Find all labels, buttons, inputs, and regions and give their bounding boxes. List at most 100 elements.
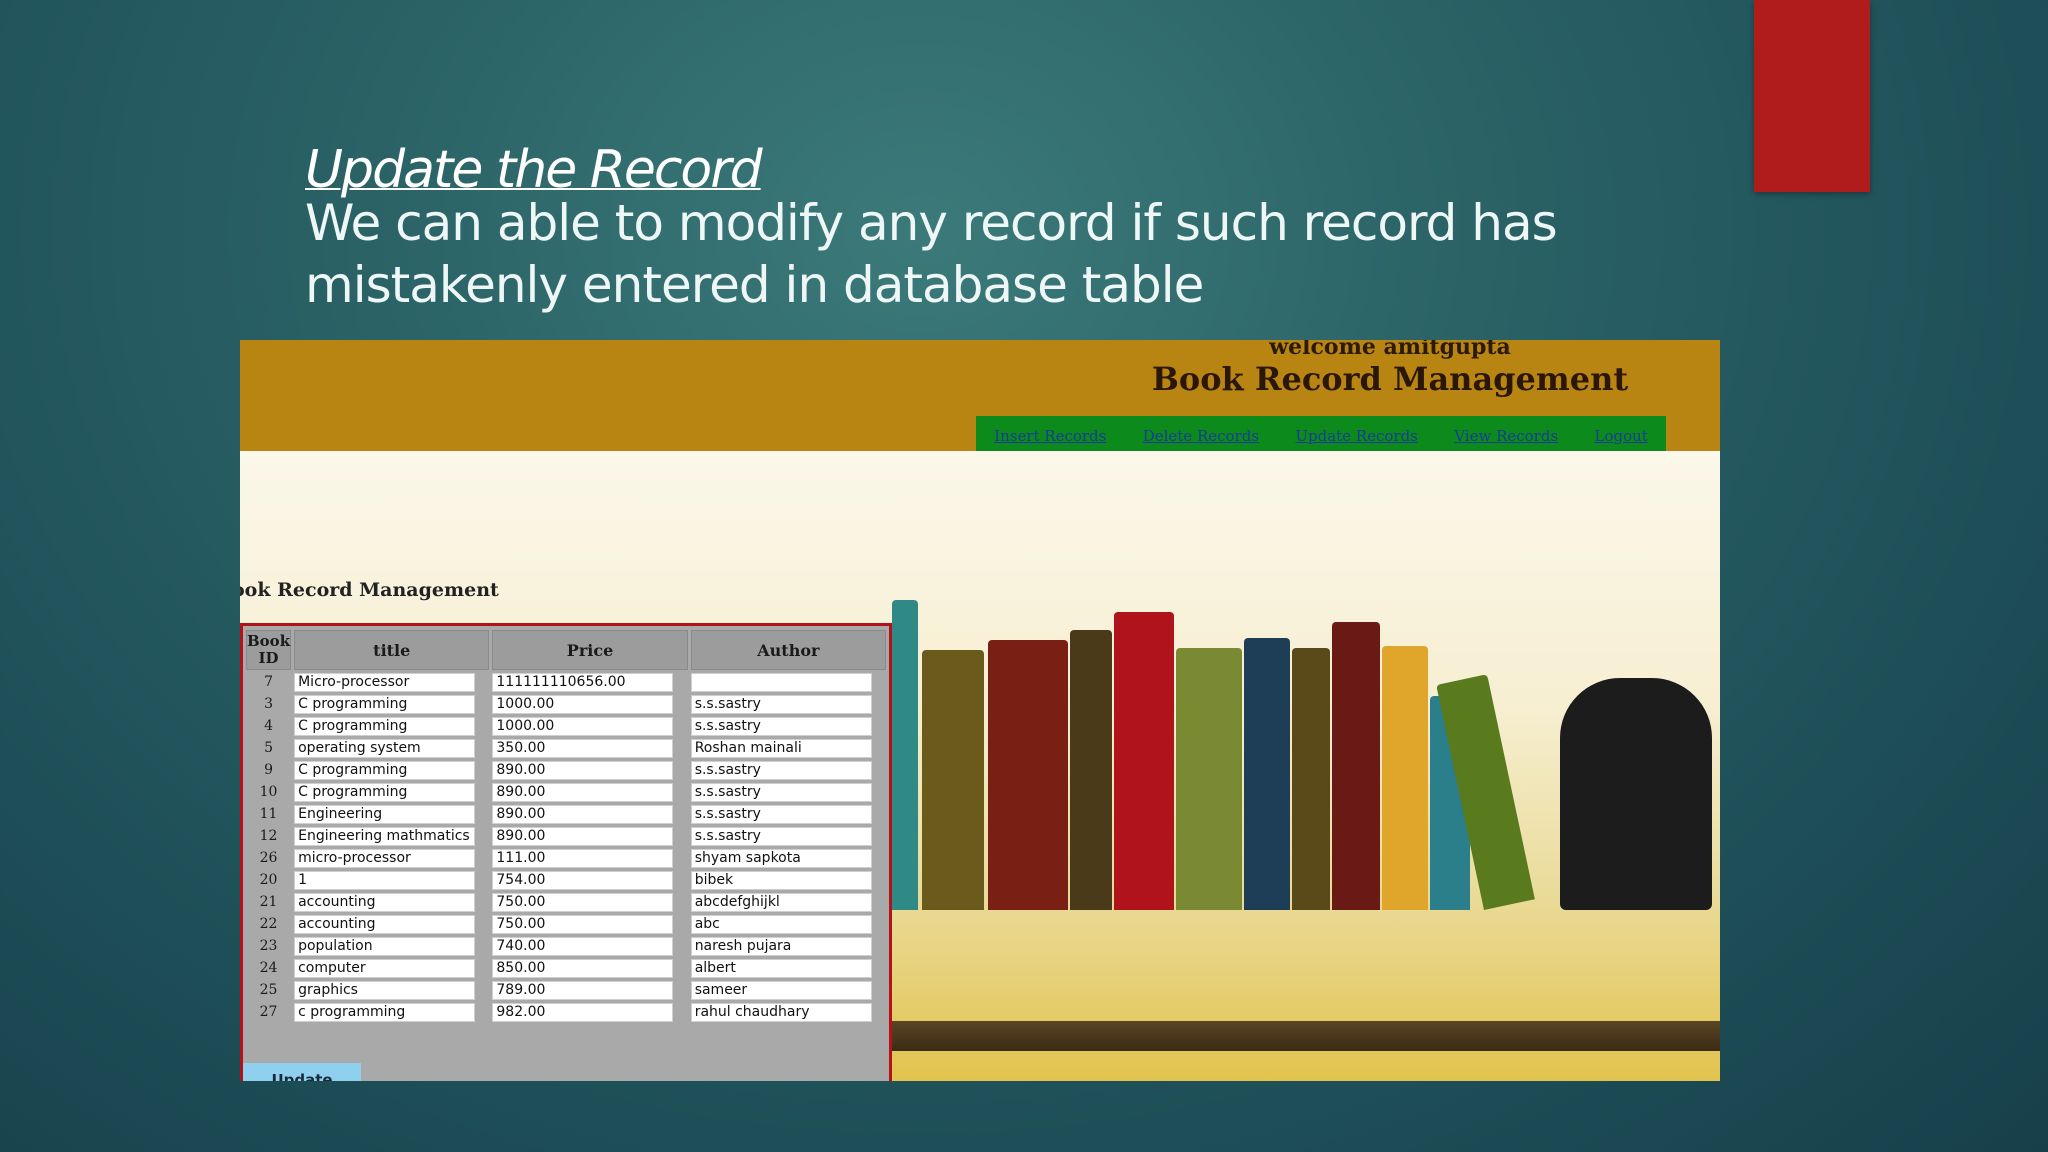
table-row: 10 — [246, 782, 886, 802]
book-id: 7 — [246, 672, 292, 692]
title-input[interactable] — [294, 1002, 476, 1022]
author-input[interactable] — [690, 914, 872, 934]
price-input[interactable] — [492, 826, 674, 846]
title-input[interactable] — [294, 760, 476, 780]
title-input[interactable] — [294, 936, 476, 956]
author-input[interactable] — [690, 760, 872, 780]
slide-title: Update the Record — [305, 140, 763, 200]
price-input[interactable] — [492, 672, 674, 692]
nav-logout[interactable]: Logout — [1594, 427, 1647, 445]
table-row: 22 — [246, 914, 886, 934]
price-input[interactable] — [492, 804, 674, 824]
price-input[interactable] — [492, 892, 674, 912]
author-input[interactable] — [690, 738, 872, 758]
title-input[interactable] — [294, 892, 476, 912]
price-input[interactable] — [492, 716, 674, 736]
author-input[interactable] — [690, 804, 872, 824]
title-input[interactable] — [294, 870, 476, 890]
table-row: 21 — [246, 892, 886, 912]
nav-delete-records[interactable]: Delete Records — [1143, 427, 1259, 445]
title-input[interactable] — [294, 716, 476, 736]
book-spine — [1244, 638, 1290, 910]
book-spine — [1070, 630, 1112, 910]
price-input[interactable] — [492, 936, 674, 956]
welcome-text: welcome amitgupta — [1269, 340, 1511, 360]
author-input[interactable] — [690, 870, 872, 890]
price-input[interactable] — [492, 848, 674, 868]
content-area: ook Record Management Book ID title Pric… — [240, 451, 1720, 1081]
author-input[interactable] — [690, 892, 872, 912]
price-input[interactable] — [492, 738, 674, 758]
book-id: 9 — [246, 760, 292, 780]
slide-body: We can able to modify any record if such… — [305, 194, 1558, 314]
title-input[interactable] — [294, 738, 476, 758]
author-input[interactable] — [690, 958, 872, 978]
bookend — [1560, 678, 1712, 910]
col-header-book-id: Book ID — [246, 630, 292, 670]
title-input[interactable] — [294, 694, 476, 714]
col-header-title: title — [294, 630, 490, 670]
author-input[interactable] — [690, 672, 872, 692]
table-row: 26 — [246, 848, 886, 868]
book-id: 24 — [246, 958, 292, 978]
book-id: 10 — [246, 782, 292, 802]
price-input[interactable] — [492, 760, 674, 780]
col-header-price: Price — [492, 630, 688, 670]
book-spine — [1292, 648, 1330, 910]
author-input[interactable] — [690, 936, 872, 956]
book-id: 4 — [246, 716, 292, 736]
table-row: 3 — [246, 694, 886, 714]
price-input[interactable] — [492, 914, 674, 934]
book-spine — [922, 650, 984, 910]
book-spine — [1176, 648, 1242, 910]
title-input[interactable] — [294, 782, 476, 802]
book-id: 5 — [246, 738, 292, 758]
title-input[interactable] — [294, 848, 476, 868]
table-row: 11 — [246, 804, 886, 824]
shelf — [892, 1021, 1720, 1051]
price-input[interactable] — [492, 870, 674, 890]
nav-bar: Insert Records Delete Records Update Rec… — [976, 416, 1666, 456]
book-spine — [892, 600, 918, 910]
book-id: 25 — [246, 980, 292, 1000]
author-input[interactable] — [690, 980, 872, 1000]
author-input[interactable] — [690, 694, 872, 714]
title-input[interactable] — [294, 914, 476, 934]
title-input[interactable] — [294, 804, 476, 824]
nav-update-records[interactable]: Update Records — [1295, 427, 1418, 445]
book-spine — [988, 640, 1068, 910]
table-row: 9 — [246, 760, 886, 780]
records-table-box: Book ID title Price Author 7 3 — [240, 623, 892, 1081]
col-header-author: Author — [690, 630, 886, 670]
price-input[interactable] — [492, 958, 674, 978]
author-input[interactable] — [690, 826, 872, 846]
records-table: Book ID title Price Author 7 3 — [243, 628, 889, 1024]
title-input[interactable] — [294, 958, 476, 978]
price-input[interactable] — [492, 980, 674, 1000]
table-row: 5 — [246, 738, 886, 758]
table-row: 4 — [246, 716, 886, 736]
book-spine — [1114, 612, 1174, 910]
nav-view-records[interactable]: View Records — [1454, 427, 1558, 445]
author-input[interactable] — [690, 782, 872, 802]
table-row: 12 — [246, 826, 886, 846]
author-input[interactable] — [690, 1002, 872, 1022]
title-input[interactable] — [294, 826, 476, 846]
section-title: ook Record Management — [240, 579, 499, 601]
author-input[interactable] — [690, 848, 872, 868]
book-id: 21 — [246, 892, 292, 912]
price-input[interactable] — [492, 694, 674, 714]
table-row: 23 — [246, 936, 886, 956]
nav-insert-records[interactable]: Insert Records — [994, 427, 1106, 445]
title-input[interactable] — [294, 980, 476, 1000]
book-id: 27 — [246, 1002, 292, 1022]
book-spine — [1332, 622, 1380, 910]
author-input[interactable] — [690, 716, 872, 736]
app-title: Book Record Management — [1151, 360, 1629, 398]
accent-tab — [1754, 0, 1870, 192]
table-row: 20 — [246, 870, 886, 890]
title-input[interactable] — [294, 672, 476, 692]
price-input[interactable] — [492, 782, 674, 802]
price-input[interactable] — [492, 1002, 674, 1022]
update-button[interactable]: Update — [243, 1063, 361, 1081]
